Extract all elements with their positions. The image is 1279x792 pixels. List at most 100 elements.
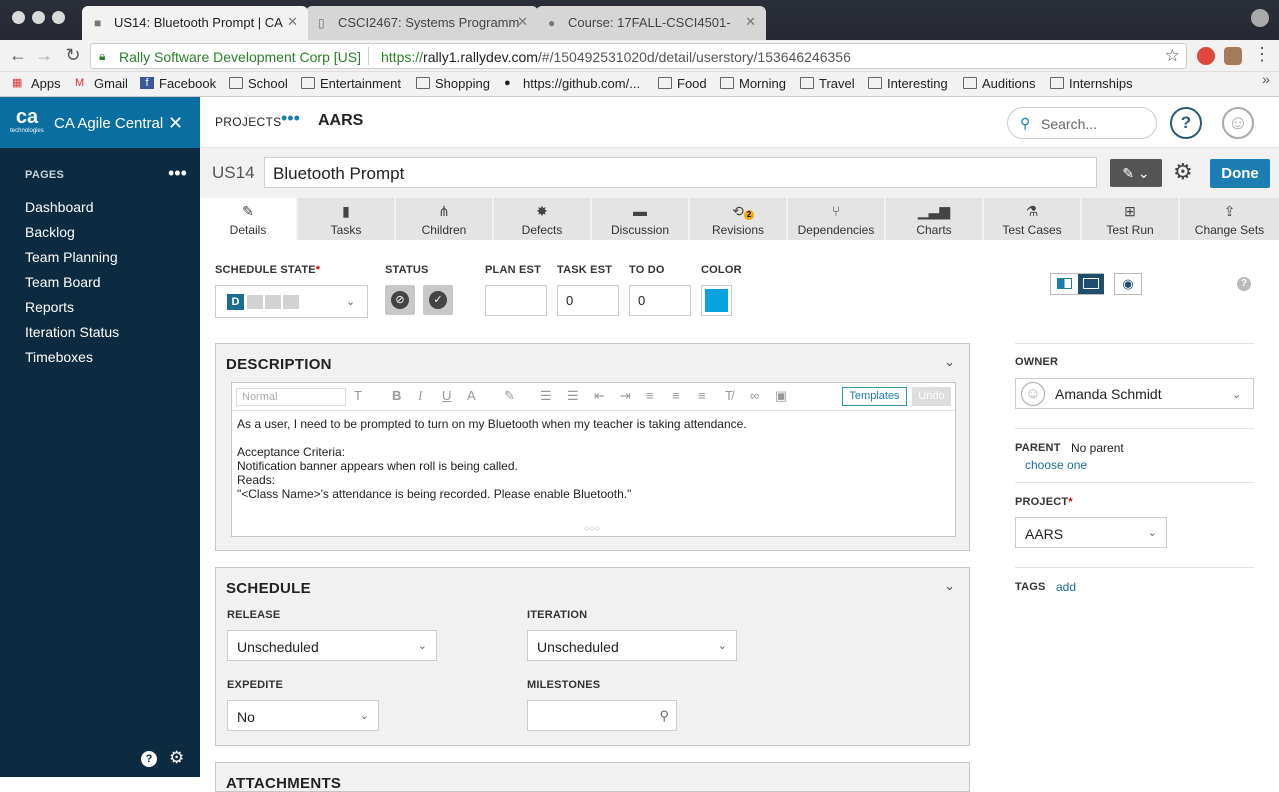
close-tab-icon[interactable]: ✕ xyxy=(287,14,298,30)
owner-select[interactable]: ☺ Amanda Schmidt ⌄ xyxy=(1015,378,1254,409)
format-select[interactable]: Normal xyxy=(236,388,346,406)
align-center-icon[interactable]: ≡ xyxy=(672,388,680,403)
search-input[interactable]: ⚲ Search... xyxy=(1007,107,1157,139)
tab-children[interactable]: ⋔ Children xyxy=(396,198,492,240)
ready-toggle[interactable]: ✓ xyxy=(423,285,453,315)
collapse-chevron-icon[interactable]: ⌄ xyxy=(944,578,955,594)
back-arrow-icon[interactable]: ← xyxy=(7,45,29,66)
browser-tab-us14[interactable]: ■ US14: Bluetooth Prompt | CA ✕ xyxy=(82,6,308,40)
underline-icon[interactable]: U xyxy=(442,388,451,403)
more-bookmarks-icon[interactable]: » xyxy=(1255,71,1277,87)
tab-details[interactable]: ✎ Details xyxy=(200,198,296,240)
close-tab-icon[interactable]: ✕ xyxy=(745,14,756,30)
extension-icon[interactable] xyxy=(1224,47,1242,65)
reload-icon[interactable]: ↻ xyxy=(62,45,84,66)
color-picker[interactable] xyxy=(701,285,732,316)
image-icon[interactable]: ▣ xyxy=(775,388,787,404)
project-name[interactable]: AARS xyxy=(318,112,363,130)
todo-input[interactable]: 0 xyxy=(629,285,691,316)
schedule-state-accepted[interactable] xyxy=(283,295,299,309)
release-select[interactable]: Unscheduled ⌄ xyxy=(227,630,437,661)
clear-format-icon[interactable]: T̸ xyxy=(725,388,733,403)
tab-test-run[interactable]: ⊞ Test Run xyxy=(1082,198,1178,240)
schedule-state-defined[interactable]: D xyxy=(227,294,244,310)
bookmark-gmail[interactable]: M Gmail xyxy=(75,76,128,91)
tab-test-cases[interactable]: ⚗ Test Cases xyxy=(984,198,1080,240)
story-name-field[interactable]: Bluetooth Prompt xyxy=(264,157,1097,188)
bookmark-morning[interactable]: Morning xyxy=(720,76,786,91)
bookmark-apps[interactable]: ▦ Apps xyxy=(12,76,61,91)
indent-icon[interactable]: ⇥ xyxy=(620,388,631,404)
maximize-window-button[interactable] xyxy=(52,11,65,24)
add-tag-link[interactable]: add xyxy=(1056,580,1076,594)
sidebar-item-team-planning[interactable]: Team Planning xyxy=(25,249,118,265)
project-picker-icon[interactable]: ••• xyxy=(281,108,300,129)
link-icon[interactable]: ∞ xyxy=(750,388,759,403)
bookmark-travel[interactable]: Travel xyxy=(800,76,855,91)
tab-tasks[interactable]: ▮ Tasks xyxy=(298,198,394,240)
expedite-select[interactable]: No ⌄ xyxy=(227,700,379,731)
task-est-input[interactable]: 0 xyxy=(557,285,619,316)
bullet-list-icon[interactable]: ☰ xyxy=(567,388,579,404)
tab-change-sets[interactable]: ⇪ Change Sets xyxy=(1180,198,1279,240)
forward-arrow-icon[interactable]: → xyxy=(33,45,55,66)
split-view-button[interactable] xyxy=(1051,274,1078,294)
close-tab-icon[interactable]: ✕ xyxy=(517,14,528,30)
templates-button[interactable]: Templates xyxy=(842,387,907,406)
browser-profile-icon[interactable] xyxy=(1251,9,1269,27)
tab-dependencies[interactable]: ⑂ Dependencies xyxy=(788,198,884,240)
bookmark-auditions[interactable]: Auditions xyxy=(963,76,1035,91)
bookmark-github[interactable]: ● https://github.com/... xyxy=(504,76,640,91)
bold-icon[interactable]: B xyxy=(392,388,401,403)
browser-tab-course[interactable]: ● Course: 17FALL-CSCI4501- ✕ xyxy=(536,6,766,40)
text-color-icon[interactable]: A xyxy=(467,388,476,403)
sidebar-item-team-board[interactable]: Team Board xyxy=(25,274,100,290)
watch-eye-icon[interactable]: ◉ xyxy=(1114,273,1142,295)
help-icon[interactable]: ? xyxy=(141,751,157,767)
pinterest-extension-icon[interactable] xyxy=(1197,47,1215,65)
pages-more-icon[interactable]: ••• xyxy=(168,163,187,184)
sidebar-item-timeboxes[interactable]: Timeboxes xyxy=(25,349,93,365)
italic-icon[interactable]: I xyxy=(418,388,422,404)
address-bar[interactable]: 🔒︎ Rally Software Development Corp [US] … xyxy=(90,43,1187,69)
minimize-window-button[interactable] xyxy=(32,11,45,24)
plan-est-input[interactable] xyxy=(485,285,547,316)
bookmark-internships[interactable]: Internships xyxy=(1050,76,1133,91)
iteration-select[interactable]: Unscheduled ⌄ xyxy=(527,630,737,661)
milestones-input[interactable]: ⚲ xyxy=(527,700,677,731)
blocked-toggle[interactable]: ⊘ xyxy=(385,285,415,315)
close-window-button[interactable] xyxy=(12,11,25,24)
full-view-button[interactable] xyxy=(1078,274,1104,294)
help-button[interactable]: ? xyxy=(1170,107,1202,139)
font-size-icon[interactable]: T xyxy=(354,388,362,403)
edit-actions-button[interactable]: ✎ ⌄ xyxy=(1110,159,1162,187)
close-sidebar-icon[interactable]: ✕ xyxy=(168,113,183,134)
bookmark-interesting[interactable]: Interesting xyxy=(868,76,948,91)
bookmark-food[interactable]: Food xyxy=(658,76,707,91)
tab-discussion[interactable]: ▬ Discussion xyxy=(592,198,688,240)
description-editor[interactable]: Normal T B I U A ✎ ☰ ☰ ⇤ ⇥ ≡ ≡ ≡ T̸ ∞ ▣ … xyxy=(231,382,956,537)
browser-menu-icon[interactable]: ⋮ xyxy=(1251,44,1273,65)
tab-charts[interactable]: ▁▃▆ Charts xyxy=(886,198,982,240)
done-button[interactable]: Done xyxy=(1210,159,1270,188)
bookmark-entertainment[interactable]: Entertainment xyxy=(301,76,401,91)
bookmark-facebook[interactable]: f Facebook xyxy=(140,76,216,91)
bookmark-star-icon[interactable]: ☆ xyxy=(1165,46,1180,66)
bookmark-shopping[interactable]: Shopping xyxy=(416,76,490,91)
bookmark-school[interactable]: School xyxy=(229,76,288,91)
tab-defects[interactable]: ✸ Defects xyxy=(494,198,590,240)
question-icon[interactable]: ? xyxy=(1237,277,1251,291)
sidebar-item-dashboard[interactable]: Dashboard xyxy=(25,199,94,215)
highlight-icon[interactable]: ✎ xyxy=(504,388,515,404)
sidebar-item-backlog[interactable]: Backlog xyxy=(25,224,75,240)
align-left-icon[interactable]: ≡ xyxy=(646,388,654,403)
sidebar-item-iteration-status[interactable]: Iteration Status xyxy=(25,324,119,340)
settings-gear-icon[interactable]: ⚙ xyxy=(169,748,184,768)
align-right-icon[interactable]: ≡ xyxy=(698,388,706,403)
project-select[interactable]: AARS ⌄ xyxy=(1015,517,1167,548)
choose-parent-link[interactable]: choose one xyxy=(1025,458,1087,472)
schedule-state-select[interactable]: D ⌄ xyxy=(215,285,368,318)
user-avatar[interactable]: ☺ xyxy=(1222,107,1254,139)
sidebar-item-reports[interactable]: Reports xyxy=(25,299,74,315)
browser-tab-csci2467[interactable]: ▯ CSCI2467: Systems Programm ✕ xyxy=(306,6,538,40)
